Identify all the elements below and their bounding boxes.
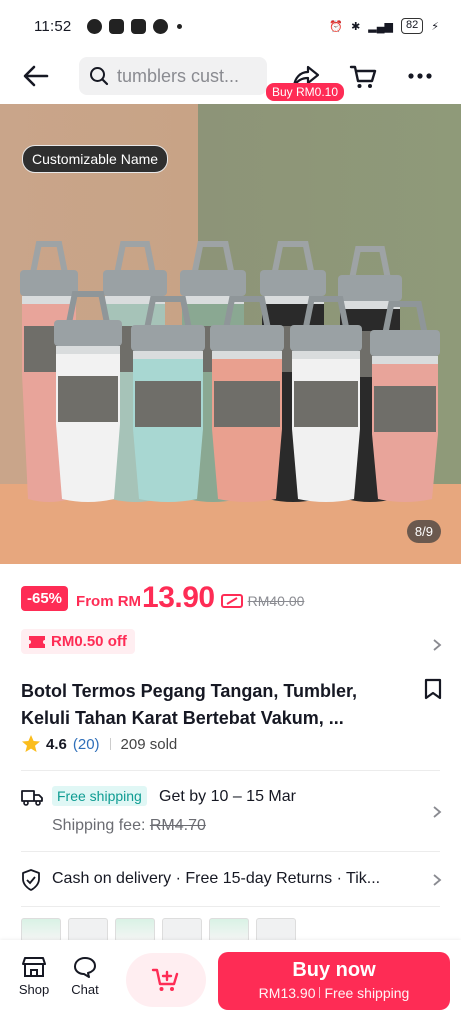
top-navigation: tumblers cust... Buy RM0.10 — [0, 52, 461, 101]
back-arrow-icon[interactable] — [22, 62, 50, 90]
cart-icon[interactable] — [348, 61, 378, 91]
from-label: From RM — [76, 592, 142, 610]
tumbler — [54, 291, 122, 502]
tumbler — [370, 301, 440, 502]
variant-thumbnail[interactable] — [115, 918, 155, 942]
variant-thumbnail[interactable] — [21, 918, 61, 942]
bottom-action-bar: Shop Chat Buy now RM13.90 Free shipping — [0, 940, 461, 1024]
variant-thumbnail[interactable] — [162, 918, 202, 942]
original-price: RM40.00 — [247, 593, 305, 609]
shipping-fee-label: Shipping fee: — [52, 817, 150, 834]
tumbler — [131, 296, 205, 502]
variant-thumbnail[interactable] — [209, 918, 249, 942]
notification-icons — [87, 18, 183, 34]
truck-icon — [21, 790, 43, 806]
rating-separator — [109, 738, 111, 750]
instagram-icon — [131, 18, 147, 34]
add-to-cart-icon — [151, 968, 179, 991]
shop-icon — [22, 957, 46, 977]
buy-now-separator — [319, 987, 321, 998]
rating-row[interactable]: 4.6 (20) 209 sold — [21, 734, 177, 754]
buy-now-subtext: RM13.90 Free shipping — [218, 985, 450, 1001]
buy-now-price: RM13.90 — [258, 985, 316, 1001]
price-row: -65% From RM 13.90 RM40.00 — [21, 581, 304, 615]
search-bar[interactable]: tumblers cust... — [79, 57, 267, 95]
coupon-icon — [220, 593, 243, 608]
divider — [21, 851, 440, 852]
divider — [21, 770, 440, 771]
tumbler — [210, 296, 284, 502]
facebook-icon — [87, 18, 103, 34]
services-chevron-icon[interactable] — [431, 873, 443, 887]
voucher-chevron-icon[interactable] — [431, 638, 443, 652]
shop-label: Shop — [18, 982, 50, 997]
status-bar: 11:52 ⏰ ✱ ▂▄▆ 82 ⚡ — [0, 0, 461, 52]
voucher-label: RM0.50 off — [51, 633, 127, 650]
signal-icon: ▂▄▆ — [368, 20, 394, 33]
delivery-estimate: Get by 10 – 15 Mar — [159, 788, 296, 805]
shield-check-icon — [22, 869, 40, 891]
free-shipping-badge: Free shipping — [52, 786, 147, 806]
discount-badge: -65% — [21, 585, 69, 611]
charging-icon: ⚡ — [431, 20, 439, 33]
search-query: tumblers cust... — [117, 65, 240, 86]
system-icons: ⏰ ✱ ▂▄▆ 82 ⚡ — [329, 18, 439, 34]
more-options-icon[interactable] — [405, 64, 435, 88]
shipping-row[interactable]: Free shipping Get by 10 – 15 Mar Shippin… — [21, 786, 440, 842]
chat-button[interactable]: Chat — [63, 956, 107, 997]
star-icon — [22, 735, 40, 752]
shipping-fee: Shipping fee: RM4.70 — [52, 817, 206, 835]
review-count[interactable]: (20) — [73, 736, 100, 753]
tumbler — [290, 296, 362, 502]
buy-now-label: Buy now — [292, 959, 376, 981]
bookmark-icon[interactable] — [422, 678, 444, 700]
tumblers-image — [20, 241, 440, 502]
price-amount: 13.90 — [142, 581, 215, 614]
battery-icon: 82 — [401, 18, 424, 34]
bluetooth-icon: ✱ — [351, 20, 361, 33]
voucher-icon — [29, 635, 45, 648]
sold-count: 209 sold — [120, 735, 178, 753]
services-row[interactable]: Cash on delivery · Free 15-day Returns ·… — [21, 866, 440, 894]
buy-now-shipping: Free shipping — [324, 985, 410, 1001]
alarm-icon: ⏰ — [329, 20, 344, 33]
shop-button[interactable]: Shop — [12, 956, 56, 997]
variant-thumbnail[interactable] — [256, 918, 296, 942]
shipping-fee-original: RM4.70 — [149, 817, 206, 834]
product-image-gallery[interactable]: Customizable Name 8/9 — [0, 104, 461, 564]
customizable-name-tag: Customizable Name — [22, 145, 169, 173]
voucher-chip[interactable]: RM0.50 off — [21, 629, 135, 654]
image-pager: 8/9 — [406, 520, 441, 543]
status-time: 11:52 — [34, 17, 72, 35]
buy-price-pill[interactable]: Buy RM0.10 — [266, 83, 345, 101]
snapchat-icon — [109, 18, 125, 34]
whatsapp-icon — [153, 18, 169, 34]
chat-label: Chat — [71, 982, 99, 997]
buy-now-button[interactable]: Buy now RM13.90 Free shipping — [218, 952, 450, 1010]
add-to-cart-button[interactable] — [126, 953, 206, 1007]
divider — [21, 906, 440, 907]
product-title: Botol Termos Pegang Tangan, Tumbler, Kel… — [21, 681, 358, 728]
chat-icon — [74, 957, 96, 978]
search-icon — [90, 67, 109, 86]
shipping-chevron-icon[interactable] — [431, 805, 443, 819]
variant-thumbnails[interactable] — [21, 918, 461, 942]
more-notifications-icon — [177, 23, 183, 29]
services-text: Cash on delivery · Free 15-day Returns ·… — [52, 870, 381, 887]
rating-score: 4.6 — [46, 735, 67, 753]
variant-thumbnail[interactable] — [68, 918, 108, 942]
